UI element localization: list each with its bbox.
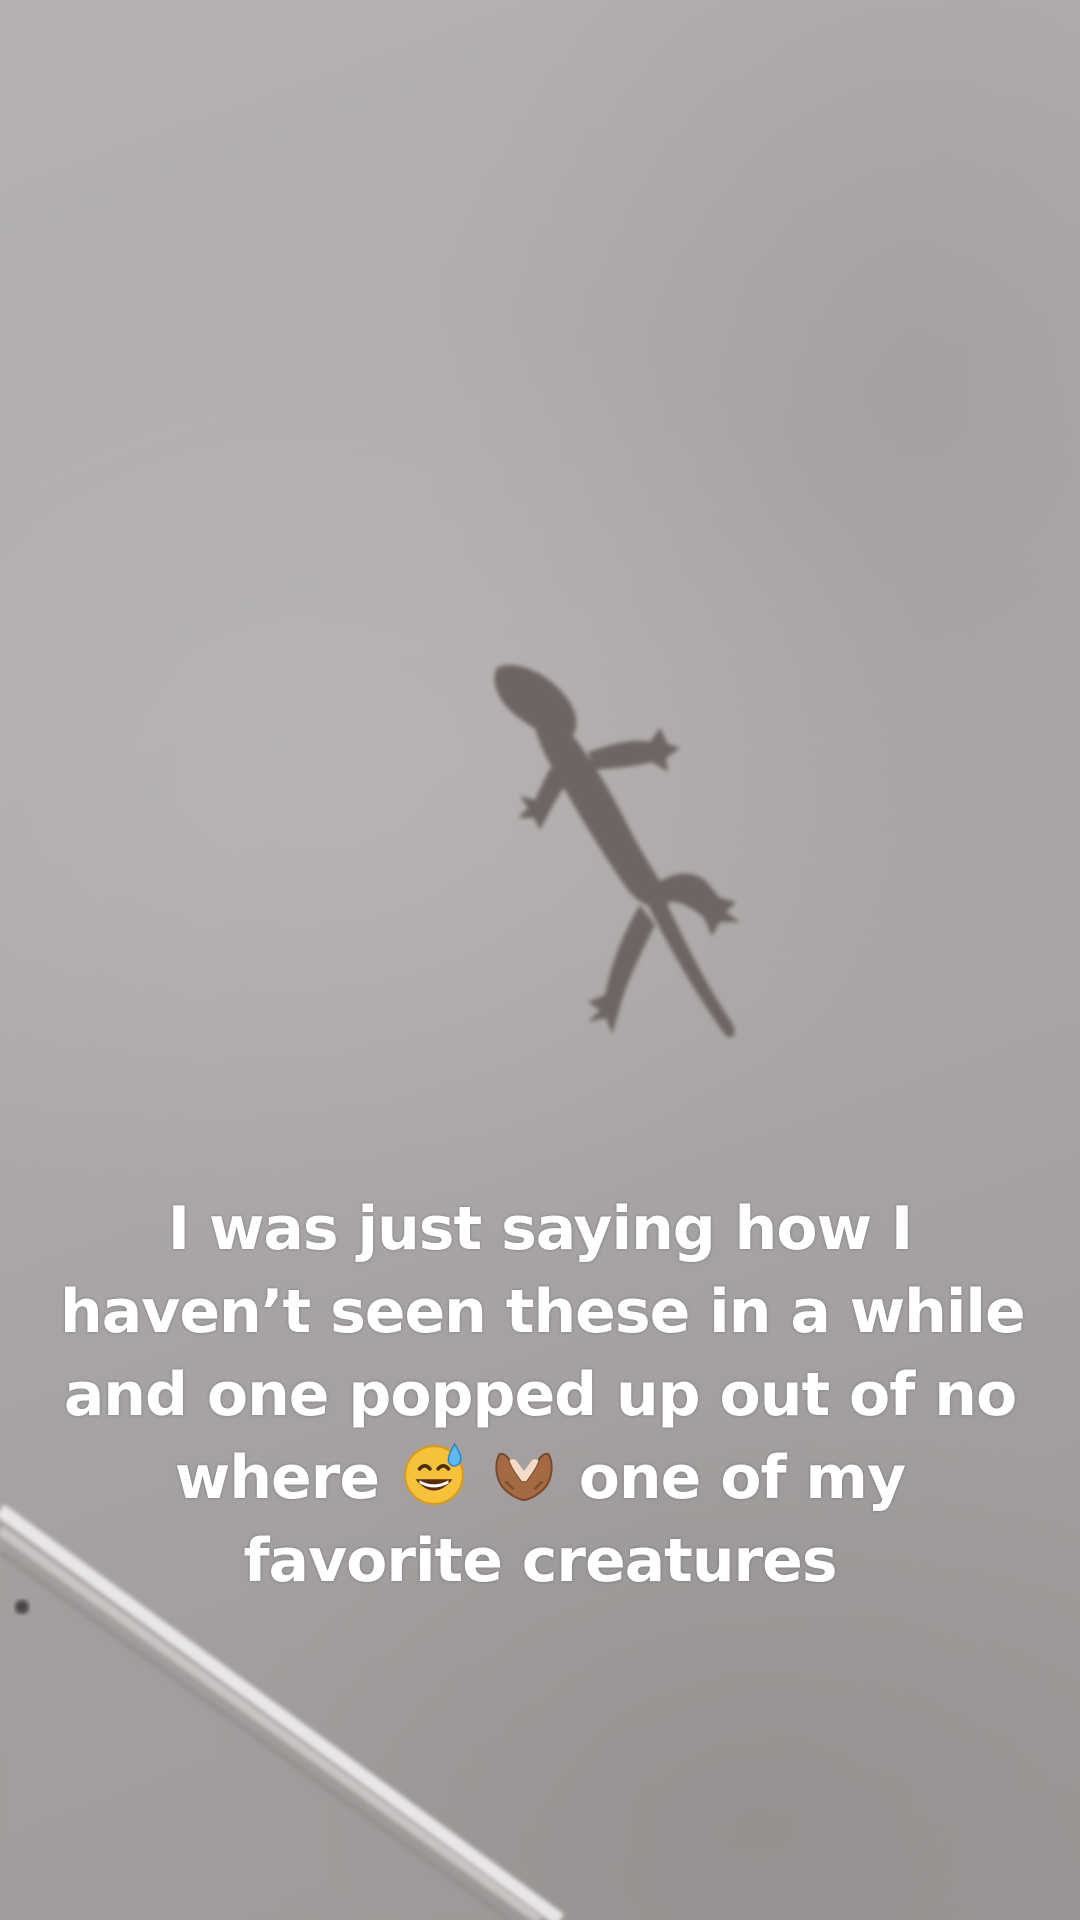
heart-hands-icon bbox=[495, 1452, 553, 1501]
caption-line-1: I was just saying how I bbox=[167, 1194, 913, 1264]
video-frame: I was just saying how I haven’t seen the… bbox=[0, 0, 1080, 1920]
grinning-face-with-sweat-icon bbox=[404, 1442, 464, 1505]
caption-line-4-end: one of my bbox=[578, 1443, 906, 1513]
ceiling-dot bbox=[15, 1600, 29, 1614]
ceiling-scene bbox=[0, 664, 740, 1920]
caption-line-4: where one of my bbox=[60, 1437, 1020, 1520]
caption-line-3: and one popped up out of no bbox=[63, 1360, 1017, 1430]
video-caption: I was just saying how I haven’t seen the… bbox=[60, 1188, 1026, 1603]
gecko bbox=[494, 664, 740, 1038]
caption-line-4-start: where bbox=[174, 1443, 380, 1513]
caption-line-5: favorite creatures bbox=[243, 1526, 837, 1596]
caption-line-2: haven’t seen these in a while bbox=[60, 1277, 1026, 1347]
